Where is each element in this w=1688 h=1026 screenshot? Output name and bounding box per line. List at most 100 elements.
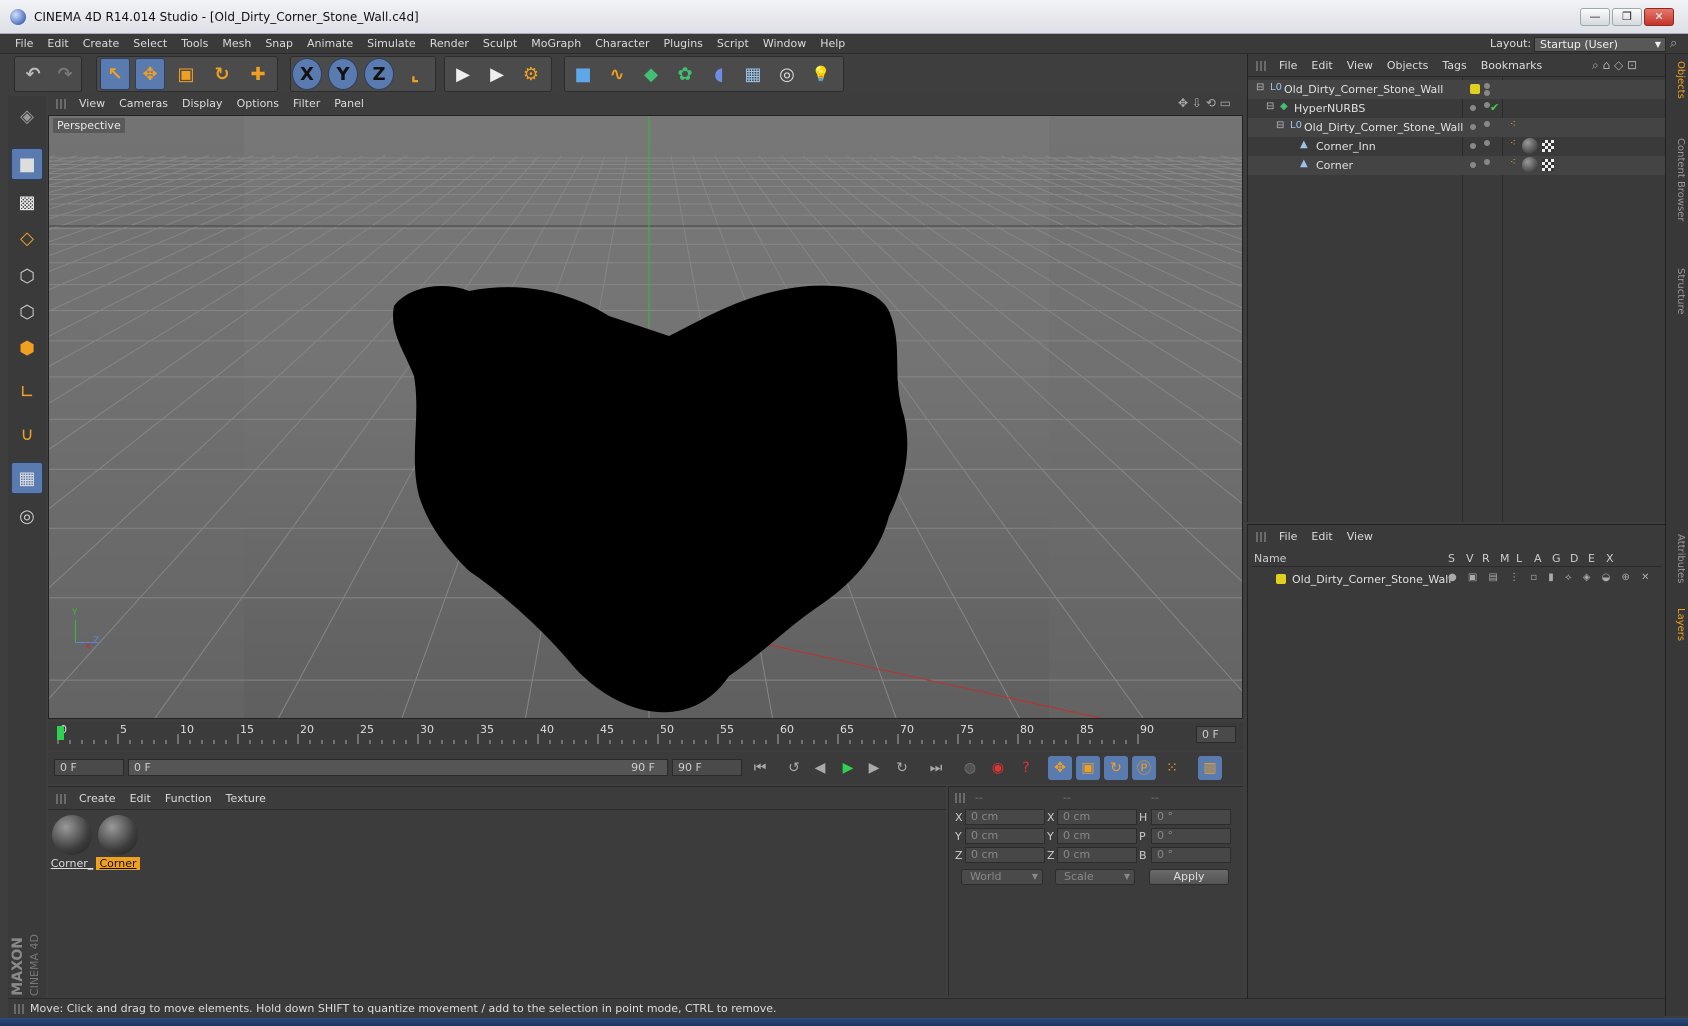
layer-menu-view[interactable]: View — [1340, 528, 1380, 546]
column-locked[interactable]: L — [1516, 552, 1522, 565]
material-tag-icon[interactable] — [1522, 138, 1538, 154]
layout-dropdown[interactable]: Startup (User) ▼ — [1534, 37, 1666, 52]
key-pla-icon[interactable]: ⁙ — [1160, 756, 1184, 780]
scale-icon[interactable]: ▣ — [171, 58, 201, 90]
viewport-menu-filter[interactable]: Filter — [286, 94, 327, 114]
polygons-mode-icon[interactable]: ⬢ — [11, 332, 43, 364]
next-frame-icon[interactable]: ▶ — [862, 756, 886, 780]
key-position-icon[interactable]: ✥ — [1048, 756, 1072, 780]
array-icon[interactable]: ✿ — [670, 58, 700, 90]
editor-visibility-dot[interactable] — [1470, 124, 1476, 130]
column-animation[interactable]: A — [1534, 552, 1542, 565]
render-visibility-dot[interactable] — [1484, 140, 1490, 146]
viewport-menu-options[interactable]: Options — [230, 94, 286, 114]
column-render[interactable]: R — [1482, 552, 1490, 565]
menu-file[interactable]: File — [8, 34, 40, 54]
viewport-perspective[interactable]: Perspective Y Z X — [48, 115, 1243, 719]
z-axis-button[interactable]: Z — [364, 58, 394, 90]
rotate-icon[interactable]: ↻ — [207, 58, 237, 90]
edges-mode-icon[interactable]: ⬡ — [11, 296, 43, 328]
menu-sculpt[interactable]: Sculpt — [476, 34, 524, 54]
object-menu-bookmarks[interactable]: Bookmarks — [1474, 57, 1549, 75]
material-swatch[interactable]: Corner — [96, 813, 140, 870]
deformer-icon[interactable]: ◖ — [704, 58, 734, 90]
snap-icon[interactable]: ∪ — [11, 418, 43, 450]
column-manager[interactable]: M — [1500, 552, 1510, 565]
menu-snap[interactable]: Snap — [258, 34, 300, 54]
material-menu-texture[interactable]: Texture — [219, 790, 273, 808]
enabled-check-icon[interactable]: ✔ — [1490, 101, 1499, 114]
expand-icon[interactable]: ⊟ — [1276, 120, 1284, 131]
render-visibility-dot[interactable] — [1484, 90, 1490, 96]
tab-content-browser[interactable]: Content Browser — [1669, 110, 1686, 250]
apply-button[interactable]: Apply — [1149, 869, 1229, 885]
object-menu-objects[interactable]: Objects — [1380, 57, 1436, 75]
material-menu-edit[interactable]: Edit — [123, 790, 158, 808]
object-manager-nav-icons[interactable]: ⌕ ⌂ ◇ ⊡ — [1592, 58, 1637, 73]
phong-tag-icon[interactable]: ⁖ — [1510, 119, 1516, 130]
menu-tools[interactable]: Tools — [174, 34, 215, 54]
position-x-field[interactable]: 0 cm — [965, 809, 1045, 825]
key-parameter-icon[interactable]: Ⓟ — [1132, 756, 1156, 780]
material-swatch[interactable]: Corner_ — [50, 813, 94, 870]
render-settings-icon[interactable]: ⚙ — [516, 58, 546, 90]
material-tag-icon[interactable] — [1522, 157, 1538, 173]
add-icon[interactable]: ✚ — [243, 58, 273, 90]
viewport-menu-cameras[interactable]: Cameras — [112, 94, 175, 114]
uvw-tag-icon[interactable] — [1542, 140, 1554, 152]
column-solo[interactable]: S — [1448, 552, 1455, 565]
expand-icon[interactable]: ⊟ — [1256, 82, 1264, 93]
size-x-field[interactable]: 0 cm — [1057, 809, 1137, 825]
redo-icon[interactable]: ↷ — [50, 58, 80, 90]
light-icon[interactable]: 💡 — [806, 58, 836, 90]
timeline-ruler[interactable]: 051015202530354045505560657075808590 0 F — [48, 722, 1243, 750]
make-editable-icon[interactable]: ◈ — [11, 100, 43, 132]
render-picture-viewer-icon[interactable]: ▶ — [482, 58, 512, 90]
scene-icon[interactable]: ▦ — [738, 58, 768, 90]
playhead[interactable] — [57, 726, 64, 740]
size-y-field[interactable]: 0 cm — [1057, 828, 1137, 844]
column-generators[interactable]: G — [1552, 552, 1561, 565]
play-icon[interactable]: ▶ — [836, 756, 860, 780]
current-frame-field[interactable]: 0 F — [1196, 726, 1236, 743]
editor-visibility-dot[interactable] — [1470, 143, 1476, 149]
menu-mesh[interactable]: Mesh — [215, 34, 258, 54]
tab-layers[interactable]: Layers — [1669, 600, 1686, 650]
object-menu-tags[interactable]: Tags — [1435, 57, 1473, 75]
expand-icon[interactable]: ⊟ — [1266, 101, 1274, 112]
size-z-field[interactable]: 0 cm — [1057, 847, 1137, 863]
prev-key-icon[interactable]: ↺ — [782, 756, 806, 780]
object-row[interactable]: ⊟ ◆ HyperNURBS ✔ — [1248, 99, 1666, 118]
object-menu-file[interactable]: File — [1272, 57, 1304, 75]
viewport-menu-display[interactable]: Display — [175, 94, 230, 114]
object-row[interactable]: ▲ Corner_Inn ⁖ — [1248, 137, 1666, 156]
menu-plugins[interactable]: Plugins — [657, 34, 710, 54]
stone-wall-model[interactable] — [393, 285, 908, 713]
object-row[interactable]: ⊟ L0 Old_Dirty_Corner_Stone_Wall ⁖ — [1248, 118, 1666, 137]
viewport-menu-view[interactable]: View — [72, 94, 112, 114]
points-mode-icon[interactable]: ⬡ — [11, 260, 43, 292]
timeline-window-icon[interactable]: ▥ — [1198, 756, 1222, 780]
phong-tag-icon[interactable]: ⁖ — [1510, 138, 1516, 149]
viewport-menu-panel[interactable]: Panel — [327, 94, 371, 114]
coordinate-system-icon[interactable]: ⌞ — [400, 58, 430, 90]
menu-simulate[interactable]: Simulate — [360, 34, 423, 54]
layer-menu-file[interactable]: File — [1272, 528, 1304, 546]
editor-visibility-dot[interactable] — [1470, 105, 1476, 111]
render-view-icon[interactable]: ▶ — [448, 58, 478, 90]
rotation-h-field[interactable]: 0 ° — [1151, 809, 1231, 825]
column-expressions[interactable]: E — [1588, 552, 1595, 565]
model-mode-icon[interactable]: ■ — [11, 148, 43, 180]
position-y-field[interactable]: 0 cm — [965, 828, 1045, 844]
minimize-button[interactable]: — — [1580, 8, 1610, 26]
x-axis-button[interactable]: X — [292, 58, 322, 90]
close-button[interactable]: ✕ — [1644, 8, 1674, 26]
object-row[interactable]: ▲ Corner ⁖ — [1248, 156, 1666, 175]
menu-window[interactable]: Window — [756, 34, 813, 54]
rotation-b-field[interactable]: 0 ° — [1151, 847, 1231, 863]
key-rotation-icon[interactable]: ↻ — [1104, 756, 1128, 780]
goto-end-icon[interactable]: ⏭ — [924, 756, 948, 780]
key-scale-icon[interactable]: ▣ — [1076, 756, 1100, 780]
viewport-nav-icons[interactable]: ✥ ⇩ ⟲ ▭ — [1178, 96, 1231, 110]
menu-create[interactable]: Create — [76, 34, 127, 54]
